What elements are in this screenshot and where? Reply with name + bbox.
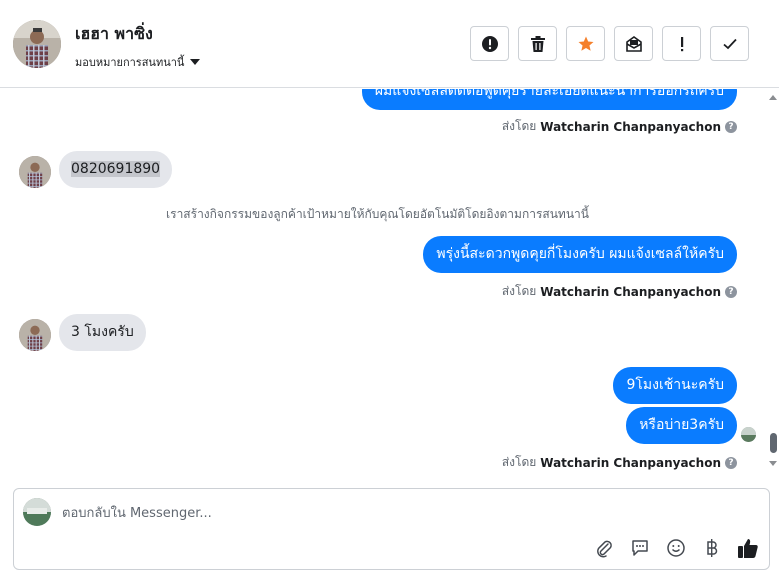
trash-icon [530,35,545,52]
contact-name[interactable]: เฮฮา พาซิ่ง [75,22,200,47]
scroll-thumb[interactable] [770,433,777,453]
sent-by-label: ส่งโดย Watcharin Chanpanyachon ? [502,453,737,472]
thread-scrollbar[interactable] [767,89,779,479]
star-button[interactable] [566,26,605,61]
chevron-down-icon [190,59,201,65]
delete-button[interactable] [518,26,557,61]
assign-label: มอบหมายการสนทนานี้ [75,56,185,69]
scroll-down-arrow[interactable] [769,461,777,466]
conversation-header: เฮฮา พาซิ่ง มอบหมายการสนทนานี้ [0,0,779,88]
message-thread[interactable]: ผมแจ้งเซลล์ติดต่อพูดคุยรายละเอียดแนะนำกา… [0,89,765,479]
contact-avatar-small[interactable] [19,156,51,188]
message-bubble-outgoing[interactable]: หรือบ่าย3ครับ [626,407,737,444]
composer-actions [593,537,759,559]
reply-input[interactable] [62,502,662,524]
help-icon[interactable]: ? [725,456,737,469]
message-bubble-outgoing[interactable]: 9โมงเช้านะครับ [613,367,737,404]
contact-avatar[interactable] [13,20,61,68]
sent-by-prefix: ส่งโดย [501,455,537,469]
follow-up-button[interactable] [662,26,701,61]
message-bubble-incoming[interactable]: 3 โมงครับ [59,314,146,351]
scroll-up-arrow[interactable] [769,95,777,100]
mark-spam-button[interactable] [470,26,509,61]
exclamation-icon [680,36,683,51]
thumbs-up-icon[interactable] [737,537,759,559]
sent-by-prefix: ส่งโดย [501,284,537,298]
sent-by-name: Watcharin Chanpanyachon [540,455,721,470]
sent-by-label: ส่งโดย Watcharin Chanpanyachon ? [502,117,737,136]
paperclip-icon[interactable] [593,537,615,559]
sent-by-name: Watcharin Chanpanyachon [540,119,721,134]
system-note: เราสร้างกิจกรรมของลูกค้าเป้าหมายให้กับคุ… [166,207,589,221]
checkmark-icon [722,38,737,49]
help-icon[interactable]: ? [725,285,737,298]
saved-reply-icon[interactable] [629,537,651,559]
baht-payment-icon[interactable] [701,537,723,559]
contact-avatar-small[interactable] [19,319,51,351]
page-avatar [23,498,51,526]
help-icon[interactable]: ? [725,120,737,133]
sent-by-label: ส่งโดย Watcharin Chanpanyachon ? [502,282,737,301]
mark-unread-button[interactable] [614,26,653,61]
alert-circle-icon [481,35,498,52]
phone-number-text[interactable]: 0820691890 [71,161,161,177]
contact-title-block: เฮฮา พาซิ่ง มอบหมายการสนทนานี้ [75,22,201,71]
message-bubble-outgoing[interactable]: พรุ่งนี้สะดวกพูดคุยกี่โมงครับ ผมแจ้งเซลล… [423,236,737,273]
conversation-toolbar [470,26,749,61]
emoji-icon[interactable] [665,537,687,559]
reply-composer [13,488,770,570]
sent-by-name: Watcharin Chanpanyachon [540,284,721,299]
messenger-inbox: เฮฮา พาซิ่ง มอบหมายการสนทนานี้ ผมแจ้งเซล… [0,0,779,582]
assign-conversation-dropdown[interactable]: มอบหมายการสนทนานี้ [75,53,201,71]
envelope-open-icon [625,35,642,52]
message-bubble-incoming[interactable]: 0820691890 [59,151,173,188]
mark-done-button[interactable] [710,26,749,61]
sent-by-prefix: ส่งโดย [501,119,537,133]
seen-avatar [741,427,756,442]
message-bubble-outgoing[interactable]: ผมแจ้งเซลล์ติดต่อพูดคุยรายละเอียดแนะนำกา… [361,89,737,110]
star-icon [578,36,593,51]
